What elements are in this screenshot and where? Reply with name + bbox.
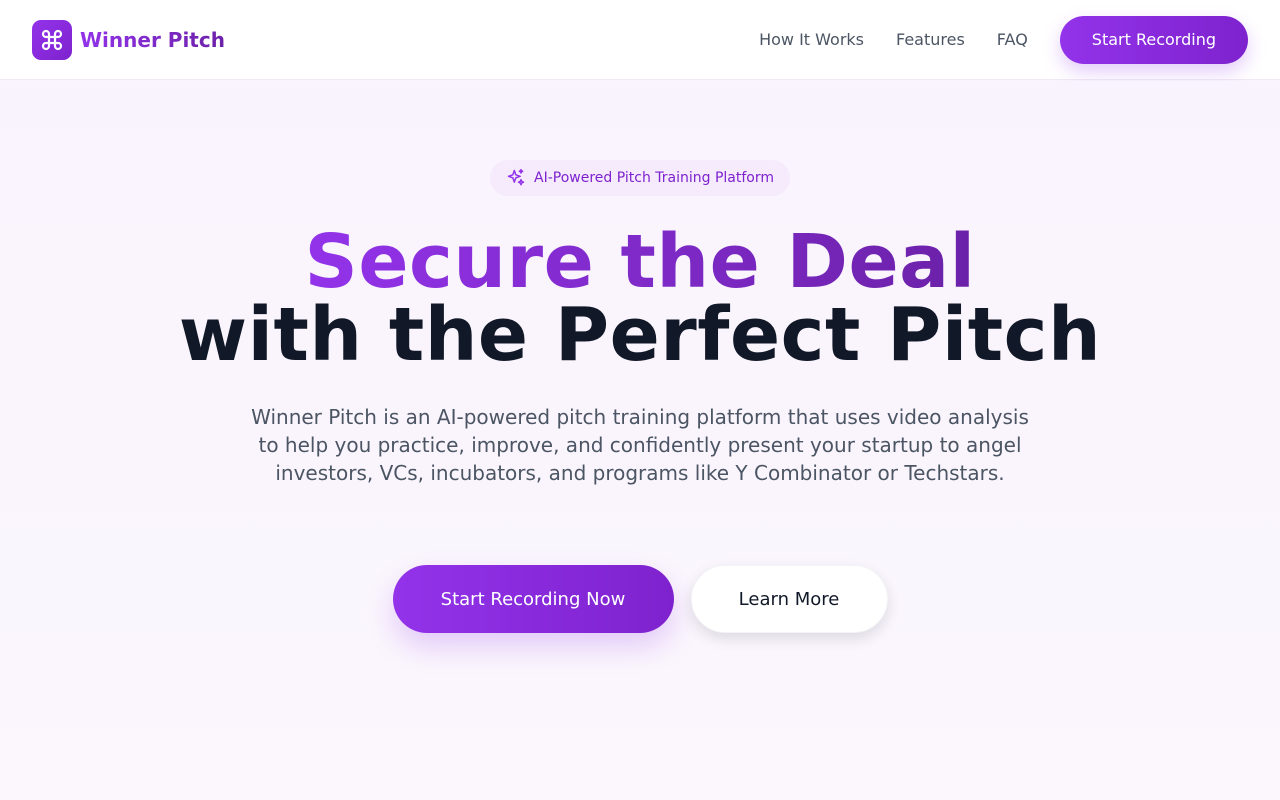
hero-headline: Secure the Deal with the Perfect Pitch xyxy=(0,219,1280,378)
sparkles-icon xyxy=(506,168,526,188)
nav-link-faq[interactable]: FAQ xyxy=(997,30,1028,49)
hero-badge: AI-Powered Pitch Training Platform xyxy=(490,160,790,196)
command-icon xyxy=(32,19,72,60)
learn-more-button[interactable]: Learn More xyxy=(690,565,888,633)
headline-highlight: Secure the Deal xyxy=(304,219,976,305)
brand-name: Winner Pitch xyxy=(80,27,225,52)
badge-text: AI-Powered Pitch Training Platform xyxy=(534,170,774,186)
hero-section: AI-Powered Pitch Training Platform Secur… xyxy=(0,81,1280,800)
brand-link[interactable]: Winner Pitch xyxy=(32,19,225,60)
start-recording-now-button[interactable]: Start Recording Now xyxy=(392,565,674,633)
hero-cta-group: Start Recording Now Learn More xyxy=(0,565,1280,633)
start-recording-button[interactable]: Start Recording xyxy=(1059,15,1248,64)
nav-link-how-it-works[interactable]: How It Works xyxy=(759,30,864,49)
nav-link-features[interactable]: Features xyxy=(896,30,965,49)
headline-main: with the Perfect Pitch xyxy=(178,292,1102,378)
hero-description: Winner Pitch is an AI-powered pitch trai… xyxy=(251,405,1029,485)
top-navigation-bar: Winner Pitch How It Works Features FAQ S… xyxy=(0,0,1280,80)
main-nav: How It Works Features FAQ Start Recordin… xyxy=(759,15,1248,64)
